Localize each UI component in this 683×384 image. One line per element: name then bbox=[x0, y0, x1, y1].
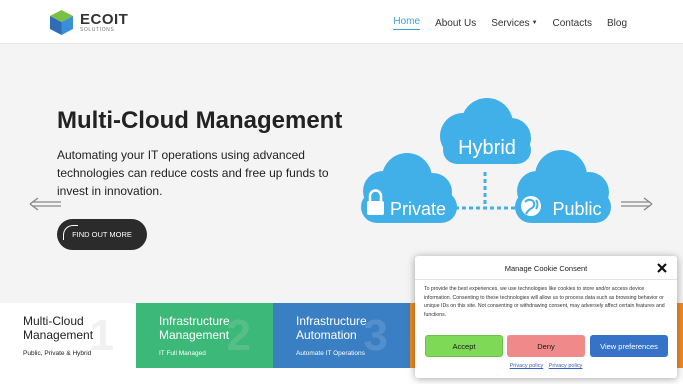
view-preferences-button[interactable]: View preferences bbox=[590, 335, 668, 357]
close-icon[interactable] bbox=[656, 262, 668, 274]
feature-tile-infra-automation[interactable]: Infrastructure Automation Automate IT Op… bbox=[273, 303, 410, 368]
nav-services-label: Services bbox=[491, 17, 530, 29]
consent-body: To provide the best experiences, we use … bbox=[424, 286, 665, 318]
public-cloud: Public bbox=[515, 150, 611, 223]
tile-subtitle: IT Full Managed bbox=[159, 350, 206, 357]
hero-title: Multi-Cloud Management bbox=[57, 107, 343, 134]
tile-number: 2 bbox=[226, 311, 251, 360]
tile-subtitle: Automate IT Operations bbox=[296, 350, 365, 357]
consent-links: Privacy policy Privacy policy bbox=[415, 363, 677, 369]
logo[interactable]: ECOIT SOLUTIONS bbox=[49, 9, 128, 36]
chevron-down-icon: ▼ bbox=[531, 20, 538, 26]
nav-contacts[interactable]: Contacts bbox=[553, 16, 592, 30]
public-label: Public bbox=[552, 199, 601, 219]
tile-title: Multi-Cloud Management bbox=[23, 314, 94, 342]
find-out-more-button[interactable]: FIND OUT MORE bbox=[57, 219, 147, 250]
nav-blog[interactable]: Blog bbox=[607, 16, 627, 30]
divider bbox=[415, 279, 677, 280]
private-cloud: Private bbox=[361, 153, 457, 223]
main-nav: Home About Us Services ▼ Contacts Blog bbox=[378, 16, 627, 30]
connector-lines bbox=[455, 172, 515, 210]
tile-subtitle: Public, Private & Hybrid bbox=[23, 350, 92, 357]
nav-about-us[interactable]: About Us bbox=[435, 16, 476, 30]
logo-name: ECOIT bbox=[80, 11, 129, 28]
cloud-illustration: Hybrid Private Public bbox=[361, 98, 611, 223]
logo-sub: SOLUTIONS bbox=[80, 27, 115, 33]
accept-button[interactable]: Accept bbox=[425, 335, 503, 357]
hero-text: Automating your IT operations using adva… bbox=[57, 148, 329, 198]
logo-cube-icon bbox=[50, 10, 73, 35]
cookie-consent-dialog: Manage Cookie Consent To provide the bes… bbox=[415, 256, 677, 378]
tile-title: Infrastructure Management bbox=[159, 314, 230, 342]
hybrid-cloud: Hybrid bbox=[440, 98, 531, 164]
slider-prev-arrow-icon[interactable] bbox=[28, 197, 62, 211]
privacy-policy-link[interactable]: Privacy policy bbox=[549, 363, 583, 369]
feature-tile-multi-cloud[interactable]: Multi-Cloud Management Public, Private &… bbox=[0, 303, 136, 368]
privacy-policy-link[interactable]: Privacy policy bbox=[510, 363, 544, 369]
slider-next-arrow-icon[interactable] bbox=[620, 197, 654, 211]
nav-home[interactable]: Home bbox=[393, 16, 421, 30]
nav-services[interactable]: Services ▼ bbox=[491, 16, 537, 30]
tile-title: Infrastructure Automation bbox=[296, 314, 367, 342]
hybrid-label: Hybrid bbox=[458, 137, 516, 159]
deny-button[interactable]: Deny bbox=[507, 335, 585, 357]
globe-icon bbox=[521, 196, 541, 216]
consent-title: Manage Cookie Consent bbox=[504, 264, 588, 273]
tile-number: 3 bbox=[363, 311, 388, 360]
private-label: Private bbox=[390, 199, 446, 219]
tile-number: 1 bbox=[89, 311, 114, 360]
site-header: ECOIT SOLUTIONS Home About Us Services ▼ … bbox=[0, 0, 683, 44]
feature-tile-infra-management[interactable]: Infrastructure Management IT Full Manage… bbox=[136, 303, 273, 368]
